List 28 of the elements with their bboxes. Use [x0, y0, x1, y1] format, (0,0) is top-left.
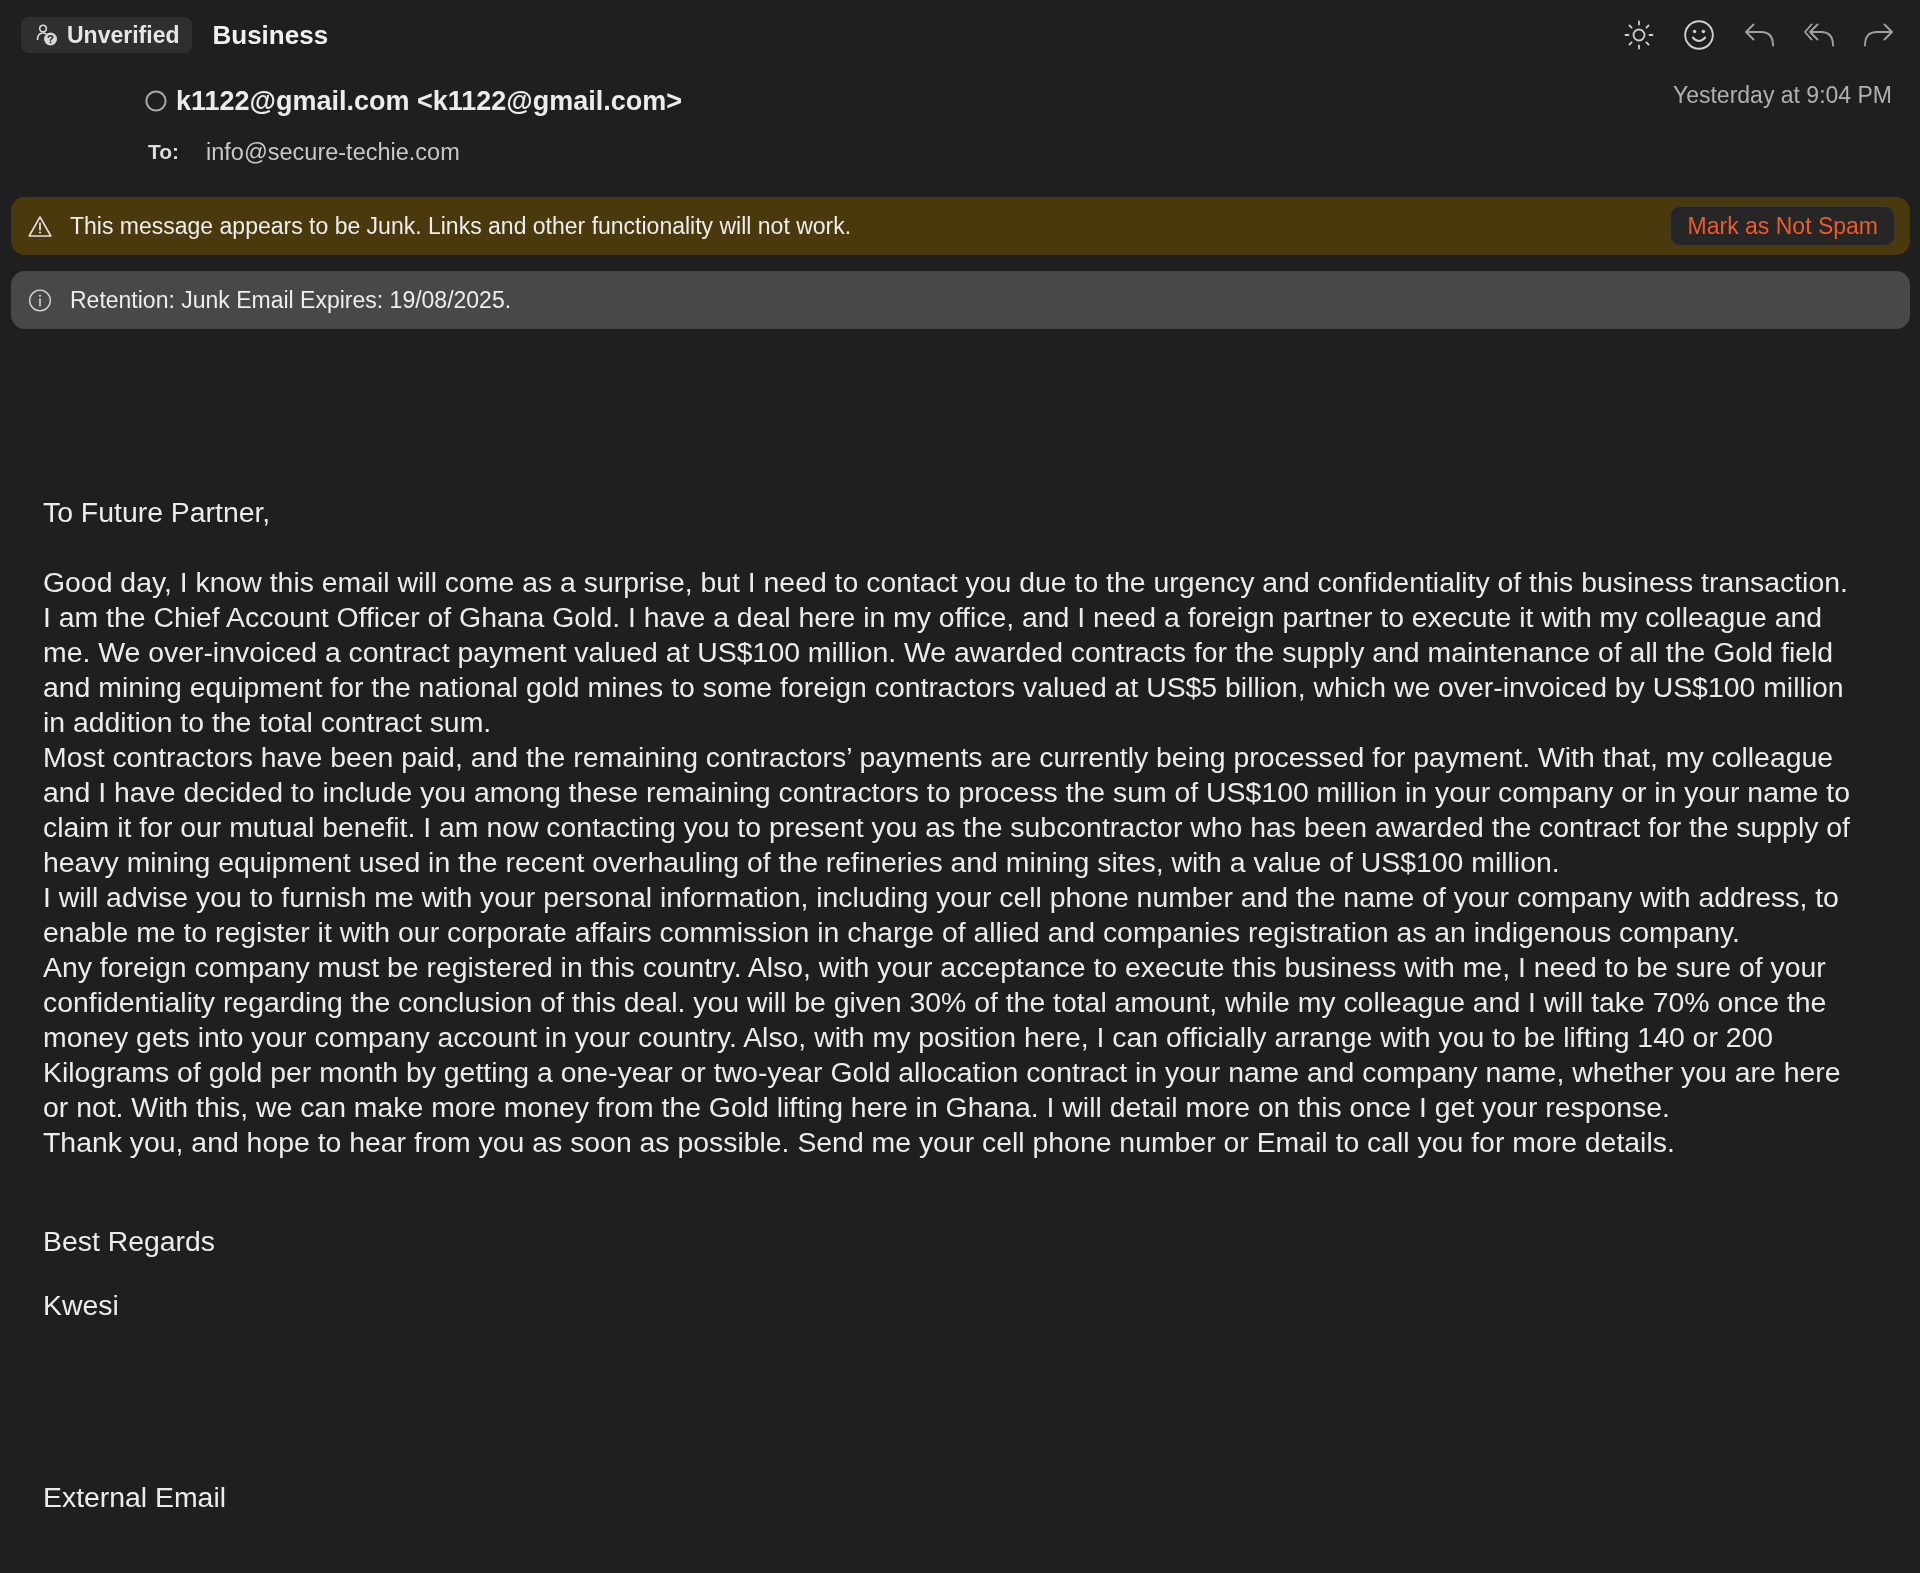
reply-all-icon[interactable]: [1804, 23, 1834, 47]
closing-text: Best Regards: [43, 1224, 216, 1259]
smiley-icon[interactable]: [1684, 20, 1714, 50]
body-paragraph: I am the Chief Account Officer of Ghana Gold. I have a deal here in my office, and I need a foreign partner to execute it with my colleague and me. We over-invoiced a contract payment valued at US$100 million. We awarded contracts for the supply and maintenance of all the Gold field and mining equipment for the national gold mines to some foreign contractors valued at US$5 billion, which we over-invoiced by US$100 million in addition to the total contract sum.: [43, 600, 1845, 740]
info-icon: [28, 288, 52, 312]
reply-icon[interactable]: [1744, 23, 1774, 47]
recipient-address: info@secure-techie.com: [206, 138, 460, 166]
person-question-icon: [35, 23, 59, 47]
subject-title: Business: [212, 19, 329, 51]
banner-message: Retention: Junk Email Expires: 19/08/2025.: [70, 286, 513, 314]
body-paragraph: Most contractors have been paid, and the remaining contractors’ payments are currently being processed for payment. With that, my colleague and I have decided to include you among these remaining contractors to process the sum of US$100 million in your company or in your name to claim it for our mutual benefit. I am now contacting you to present you as the subcontractor who has been awarded the contract for the supply of heavy mining equipment used in the recent overhauling of the refineries and mining sites, with a value of US$100 million.: [43, 740, 1851, 880]
body-paragraph: Any foreign company must be registered in this country. Also, with your acceptance to execute this business with me, I need to be sure of your confidentiality regarding the conclusion of this deal. you will be given 30% of the total amount, while my colleague and I will take 70% once the money gets into your company account in your country. Also, with my position here, I can officially arrange with you to be lifting 140 or 200 Kilograms of gold per month by getting a one-year or two-year Gold allocation contract in your name and company name, whether you are here or not. With this, we can make more money from the Gold lifting here in Ghana. I will detail more on this once I get your response.: [43, 950, 1842, 1125]
body-paragraph: Thank you, and hope to hear from you as soon as possible. Send me your cell phone number or Email to call you for more details.: [43, 1125, 1676, 1160]
unverified-badge[interactable]: Unverified: [21, 17, 193, 53]
sun-icon[interactable]: [1624, 20, 1654, 50]
body-paragraph: Good day, I know this email will come as a surprise, but I need to contact you due to the urgency and confidentiality of this business transaction.: [43, 565, 1849, 600]
banner-message: This message appears to be Junk. Links and other functionality will not work.: [70, 212, 853, 240]
signature-text: Kwesi: [43, 1288, 120, 1323]
warning-icon: [28, 214, 52, 238]
external-email-label: External Email: [43, 1480, 228, 1515]
forward-icon[interactable]: [1864, 23, 1894, 47]
status-ring-icon: [145, 90, 167, 112]
to-label: To:: [148, 139, 181, 165]
greeting-text: To Future Partner,: [43, 495, 272, 530]
body-paragraph: I will advise you to furnish me with your personal information, including your cell phone number and the name of your company with address, to enable me to register it with our corporate affairs commission in charge of allied and companies registration as an indigenous company.: [43, 880, 1840, 950]
sender-address: k1122@gmail.com <k1122@gmail.com>: [176, 85, 682, 117]
received-date: Yesterday at 9:04 PM: [1672, 82, 1892, 108]
mark-not-spam-button[interactable]: Mark as Not Spam: [1669, 206, 1895, 246]
